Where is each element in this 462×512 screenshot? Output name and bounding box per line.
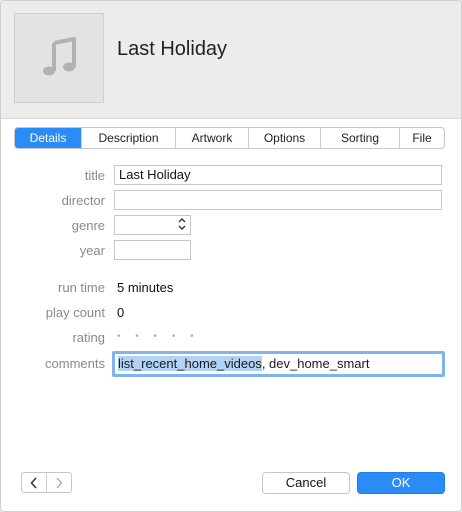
item-navigation: [21, 472, 72, 493]
year-label: year: [79, 243, 105, 258]
next-button[interactable]: [46, 473, 71, 492]
tab-bar: Details Description Artwork Options Sort…: [14, 127, 445, 149]
run-time-label: run time: [58, 280, 105, 295]
music-note-icon: [43, 37, 76, 76]
tab-description[interactable]: Description: [82, 128, 176, 148]
chevron-left-icon: [30, 476, 37, 489]
title-label: title: [84, 168, 105, 183]
comments-selected-text: list_recent_home_videos: [118, 356, 262, 371]
comments-label: comments: [45, 356, 105, 371]
page-title: Last Holiday: [117, 38, 228, 60]
comments-text: , dev_home_smart: [261, 356, 370, 371]
info-window: Last Holiday Details Description Artwork…: [0, 0, 462, 512]
director-label: director: [61, 193, 105, 208]
genre-label: genre: [71, 218, 105, 233]
previous-button[interactable]: [22, 473, 46, 492]
chevron-right-icon: [56, 476, 63, 489]
cancel-button[interactable]: Cancel: [262, 472, 350, 494]
run-time-value: 5 minutes: [117, 280, 174, 295]
up-down-chevron-icon: [178, 218, 186, 230]
director-field[interactable]: [114, 190, 442, 210]
tab-options[interactable]: Options: [249, 128, 321, 148]
play-count-label: play count: [45, 305, 105, 320]
tab-sorting[interactable]: Sorting: [321, 128, 400, 148]
header: Last Holiday: [1, 1, 461, 119]
tab-artwork[interactable]: Artwork: [176, 128, 249, 148]
tab-file[interactable]: File: [400, 128, 444, 148]
artwork[interactable]: [14, 13, 104, 103]
title-field[interactable]: Last Holiday: [114, 165, 442, 185]
rating-stars[interactable]: • • • • •: [117, 331, 200, 342]
genre-stepper[interactable]: [175, 215, 189, 233]
tab-details[interactable]: Details: [15, 128, 82, 148]
rating-label: rating: [72, 330, 105, 345]
play-count-value: 0: [117, 305, 125, 320]
comments-field[interactable]: list_recent_home_videos, dev_home_smart: [112, 351, 445, 377]
year-field[interactable]: [114, 240, 191, 260]
ok-button[interactable]: OK: [357, 472, 445, 494]
